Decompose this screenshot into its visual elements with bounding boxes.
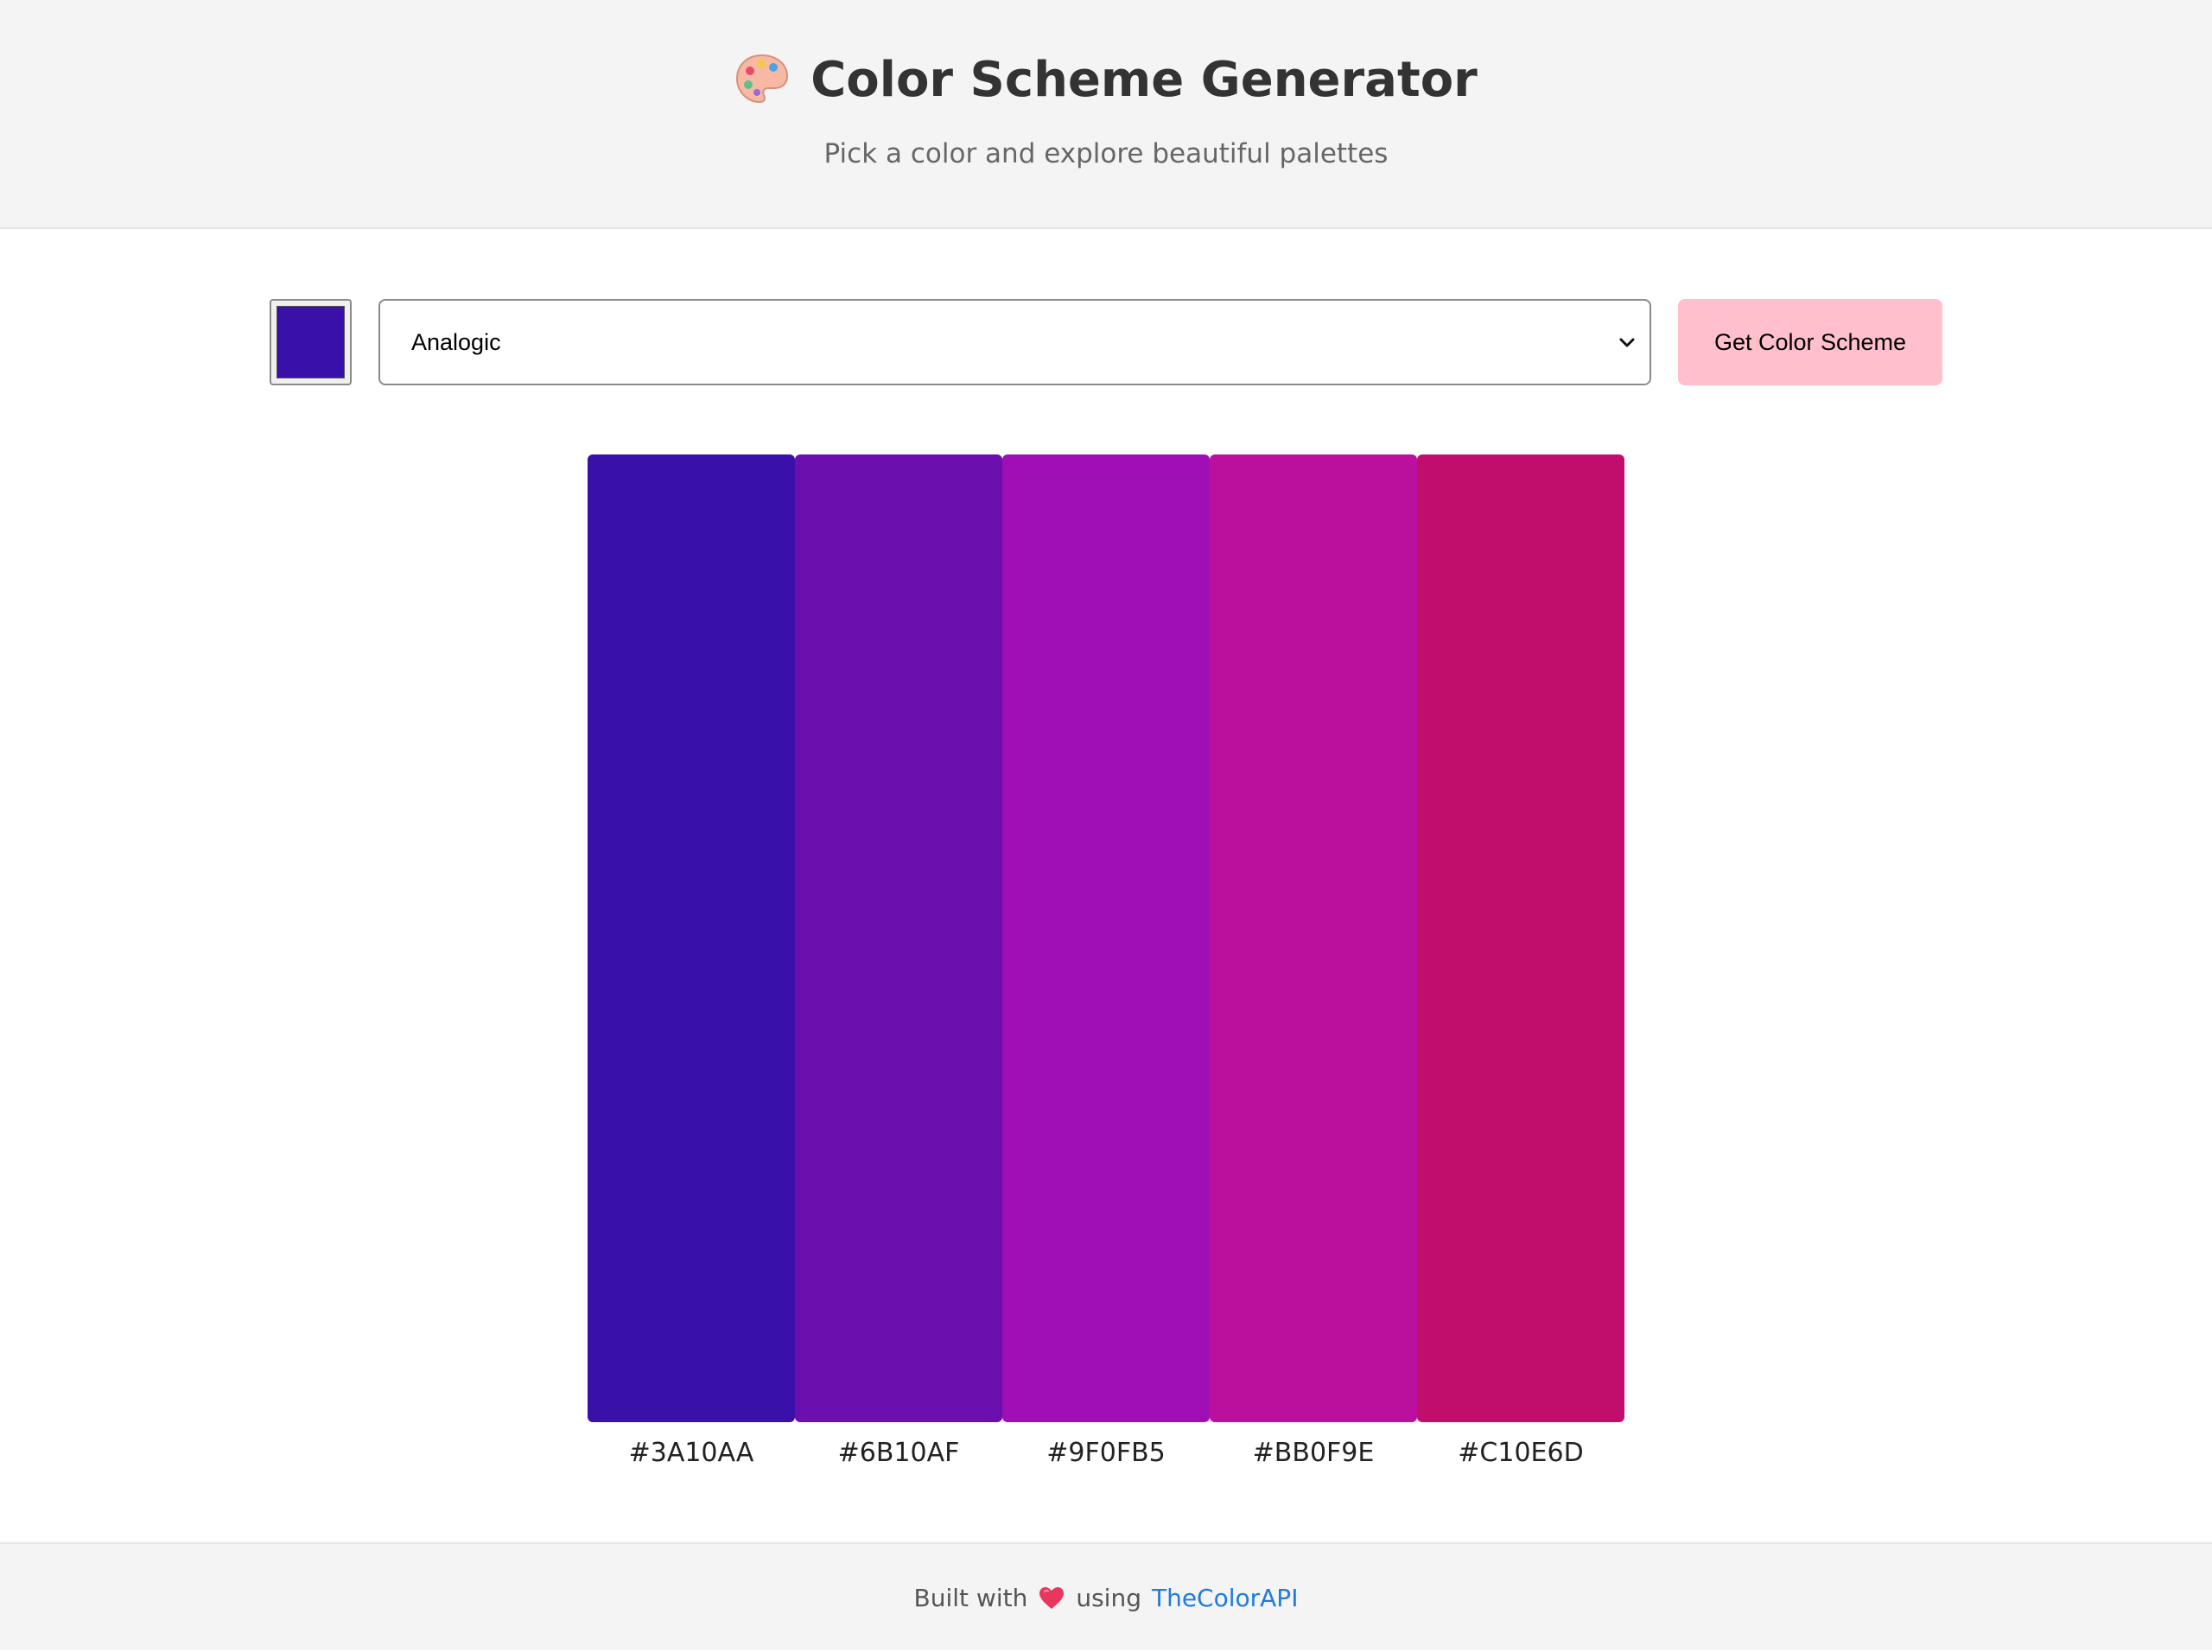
palette-column: #3A10AA bbox=[588, 454, 795, 1474]
color-swatch[interactable] bbox=[588, 454, 795, 1422]
color-swatch[interactable] bbox=[795, 454, 1002, 1422]
page-subtitle: Pick a color and explore beautiful palet… bbox=[823, 138, 1389, 169]
palette-column: #BB0F9E bbox=[1210, 454, 1417, 1474]
get-color-scheme-button[interactable]: Get Color Scheme bbox=[1678, 299, 1942, 385]
thecolorapi-link[interactable]: TheColorAPI bbox=[1152, 1584, 1298, 1612]
chevron-down-icon bbox=[1619, 338, 1635, 347]
color-hex-label: #9F0FB5 bbox=[1046, 1438, 1166, 1468]
color-swatch[interactable] bbox=[1210, 454, 1417, 1422]
color-picker-swatch bbox=[276, 306, 345, 378]
color-hex-label: #C10E6D bbox=[1458, 1438, 1584, 1468]
palette-column: #9F0FB5 bbox=[1002, 454, 1210, 1474]
palette-column: #C10E6D bbox=[1417, 454, 1624, 1474]
color-swatch[interactable] bbox=[1417, 454, 1624, 1422]
title-row: Color Scheme Generator bbox=[0, 45, 2212, 114]
header: Color Scheme Generator Pick a color and … bbox=[0, 0, 2212, 229]
page-title: Color Scheme Generator bbox=[810, 51, 1478, 108]
palette-column: #6B10AF bbox=[795, 454, 1002, 1474]
scheme-mode-select[interactable]: Analogic bbox=[378, 299, 1651, 385]
color-palette: #3A10AA #6B10AF #9F0FB5 #BB0F9E #C10E6D bbox=[588, 454, 1624, 1474]
footer-using: using bbox=[1076, 1584, 1141, 1612]
footer: Built with using TheColorAPI bbox=[0, 1542, 2212, 1650]
palette-icon bbox=[736, 54, 789, 104]
heart-icon bbox=[1039, 1586, 1065, 1609]
color-swatch[interactable] bbox=[1002, 454, 1210, 1422]
color-hex-label: #BB0F9E bbox=[1252, 1438, 1375, 1468]
footer-row: Built with using TheColorAPI bbox=[0, 1544, 2212, 1652]
scheme-mode-value: Analogic bbox=[411, 329, 501, 355]
color-hex-label: #3A10AA bbox=[628, 1438, 754, 1468]
color-hex-label: #6B10AF bbox=[837, 1438, 960, 1468]
footer-built-with: Built with bbox=[913, 1584, 1028, 1612]
color-picker-input[interactable] bbox=[270, 299, 352, 385]
